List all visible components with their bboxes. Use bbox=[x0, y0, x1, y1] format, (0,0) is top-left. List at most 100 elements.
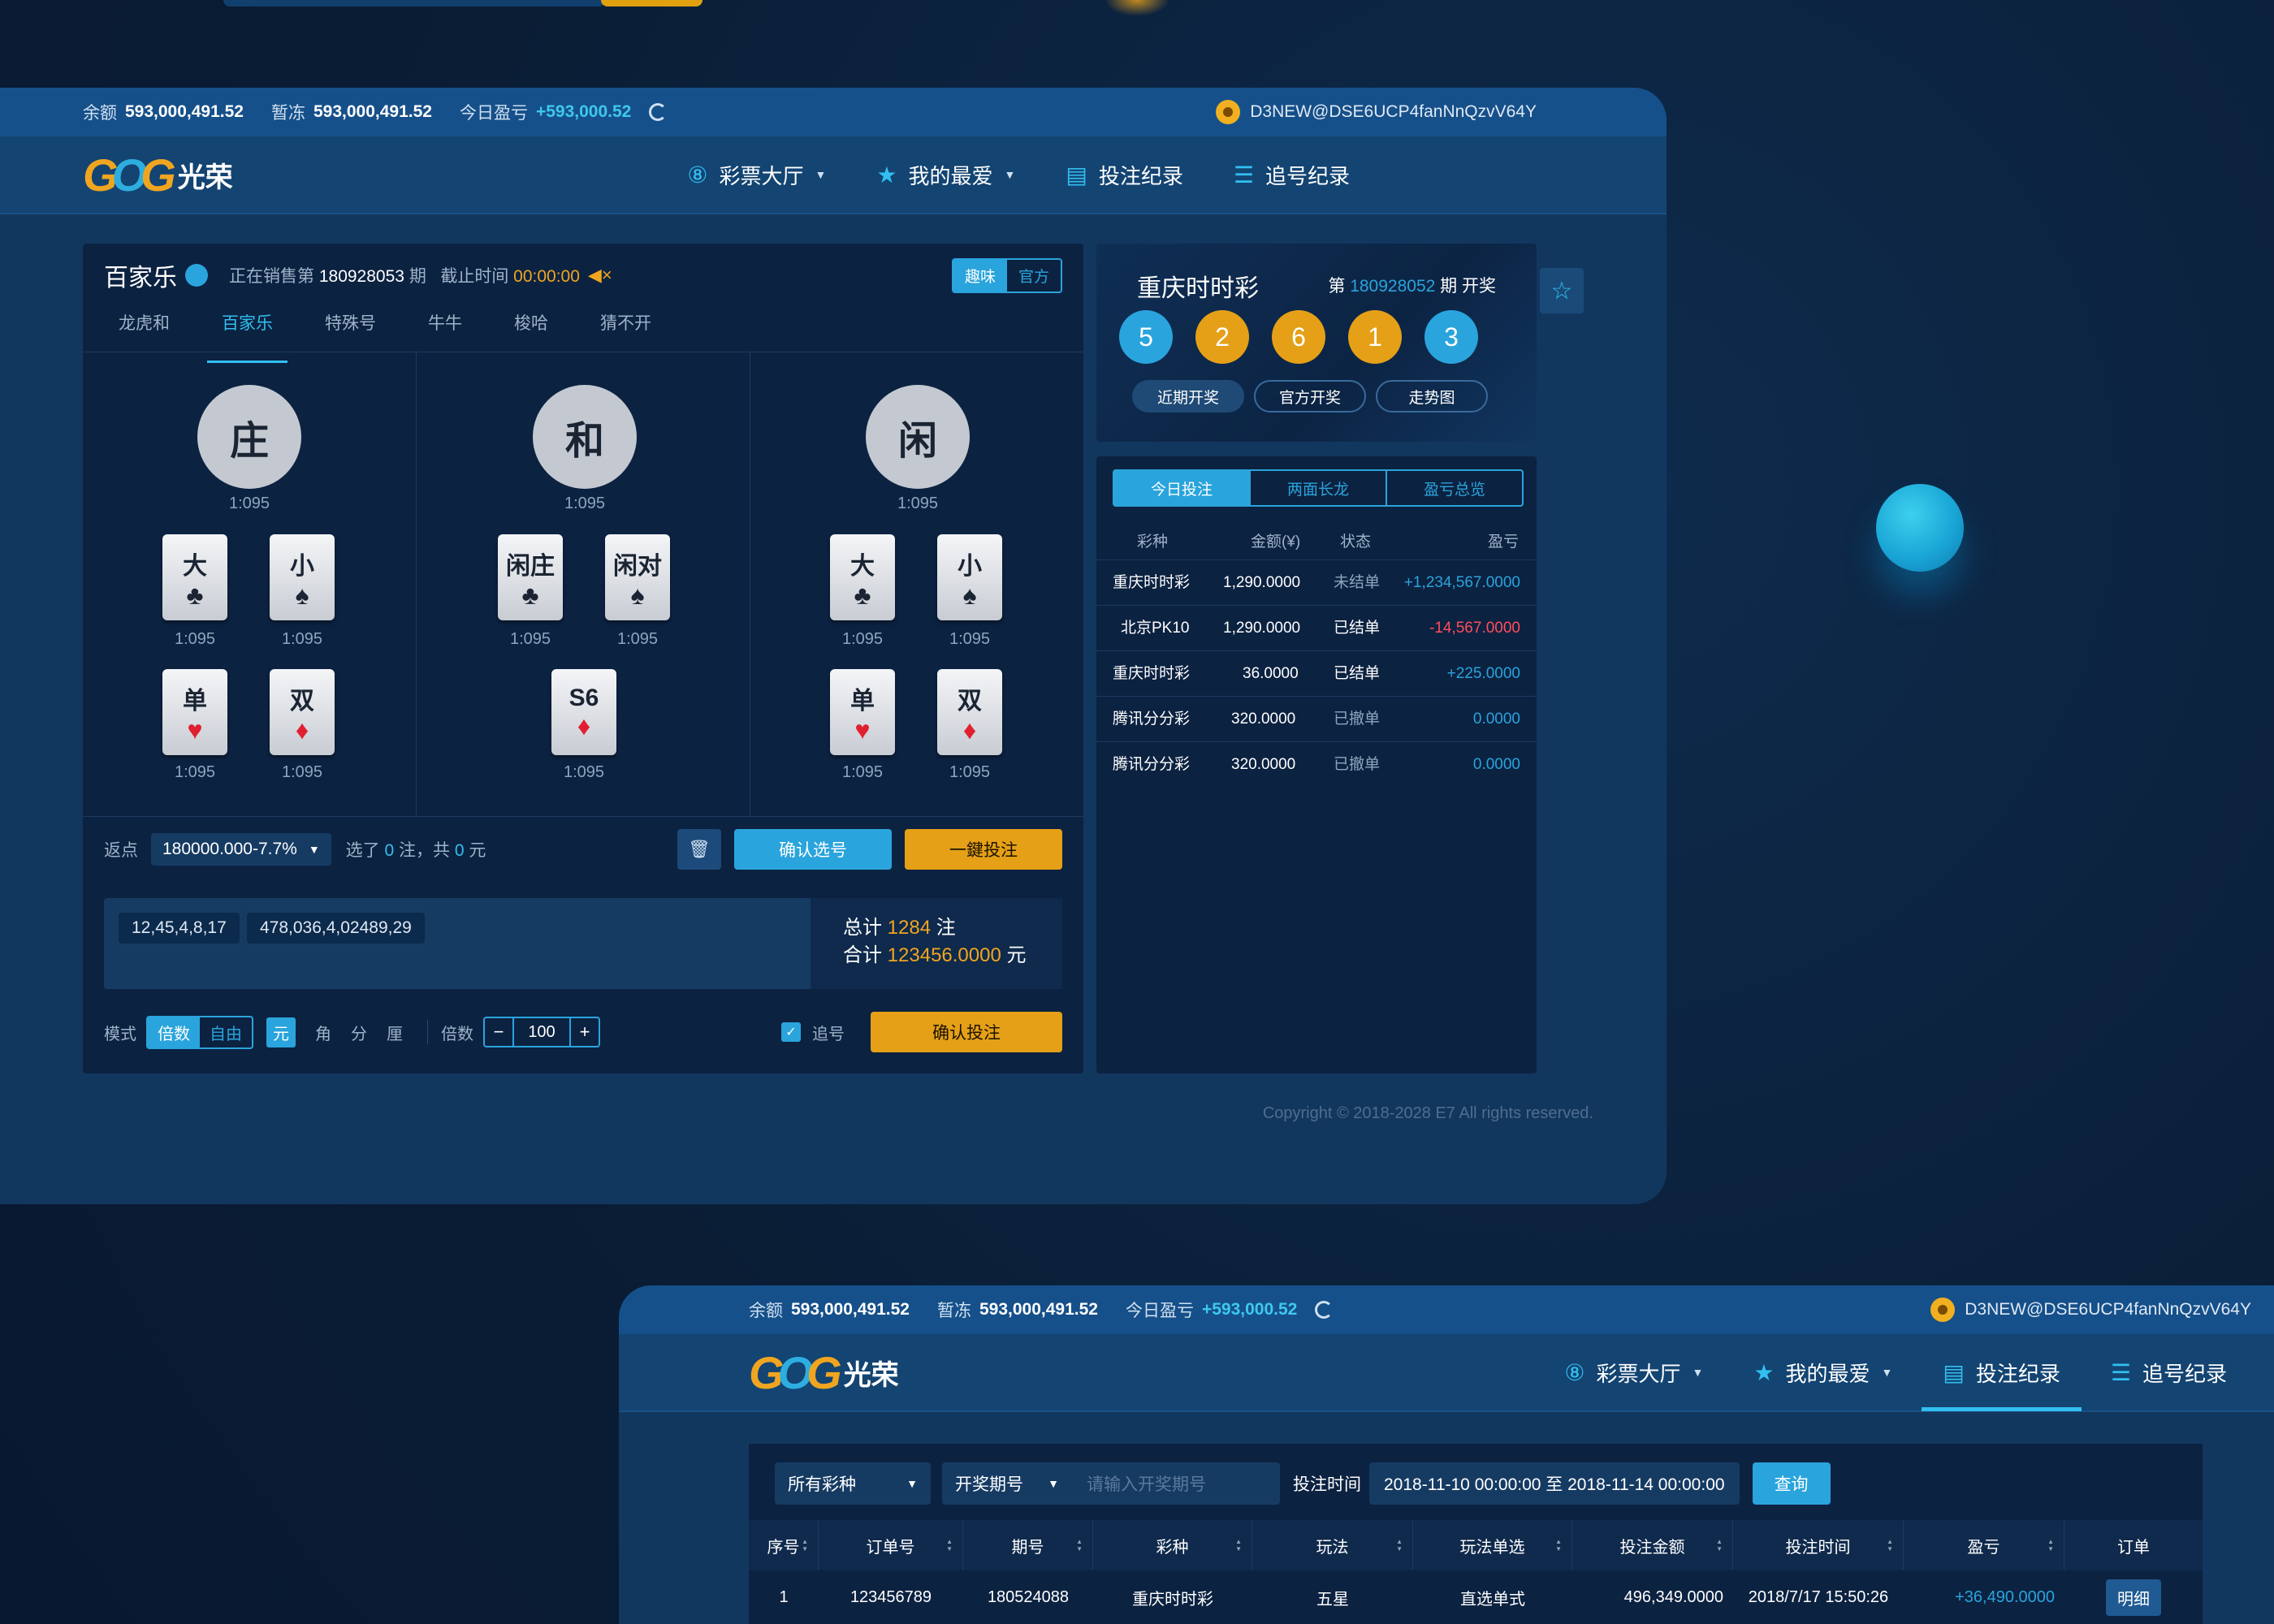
draw-ball: 2 bbox=[1195, 310, 1249, 364]
confirm-bet-button[interactable]: 确认投注 bbox=[871, 1012, 1062, 1052]
chevron-down-icon: ▼ bbox=[906, 1477, 918, 1490]
bet-row[interactable]: 腾讯分分彩 320.0000 已撤单 0.0000 bbox=[1096, 697, 1537, 742]
col-amount[interactable]: 投注金额 bbox=[1572, 1520, 1733, 1570]
minus-icon[interactable]: − bbox=[485, 1021, 512, 1043]
col-index[interactable]: 序号 bbox=[749, 1520, 819, 1570]
frozen-value: 593,000,491.52 bbox=[979, 1300, 1098, 1319]
user-menu[interactable]: D3NEW@DSE6UCP4fanNnQzvV64Y bbox=[1216, 100, 1537, 124]
number-chip[interactable]: 12,45,4,8,17 bbox=[119, 913, 240, 944]
bet-card-player-banker[interactable]: 闲庄 ♣ bbox=[498, 534, 563, 620]
refresh-icon[interactable] bbox=[649, 103, 668, 121]
bet-card-big[interactable]: 大 ♣ bbox=[162, 534, 227, 620]
favorite-star-icon[interactable]: ☆ bbox=[1540, 268, 1584, 313]
nav-label: 投注纪录 bbox=[1098, 163, 1183, 188]
col-issue[interactable]: 期号 bbox=[963, 1520, 1093, 1570]
bet-card-small[interactable]: 小 ♠ bbox=[937, 534, 1002, 620]
detail-button[interactable]: 明细 bbox=[2106, 1579, 2161, 1616]
mode-free[interactable]: 自由 bbox=[200, 1017, 252, 1047]
nav-chase-records[interactable]: ☰ 追号纪录 bbox=[1234, 136, 1350, 214]
tab-dragon-tiger[interactable]: 龙虎和 bbox=[104, 307, 184, 352]
tie-button[interactable]: 和 bbox=[533, 385, 637, 489]
account-bar: 余额 593,000,491.52 暂冻 593,000,491.52 今日盈亏… bbox=[619, 1285, 2274, 1334]
banker-button[interactable]: 庄 bbox=[197, 385, 301, 489]
bet-card-odd[interactable]: 单 ♥ bbox=[830, 669, 895, 755]
bet-row[interactable]: 重庆时时彩 36.0000 已结单 +225.0000 bbox=[1096, 651, 1537, 697]
logo[interactable]: GOG 光荣 bbox=[749, 1346, 899, 1399]
mode-multiple[interactable]: 倍数 bbox=[148, 1017, 200, 1047]
mute-icon[interactable]: ◀× bbox=[588, 265, 612, 286]
unit-jiao[interactable]: 角 bbox=[315, 1021, 331, 1044]
multiple-input[interactable]: 100 bbox=[512, 1018, 571, 1046]
refresh-icon[interactable] bbox=[1315, 1301, 1334, 1319]
nav-bet-records[interactable]: ▤ 投注纪录 bbox=[1922, 1333, 2082, 1411]
bet-card-odd[interactable]: 单 ♥ bbox=[162, 669, 227, 755]
bet-card-player-pair[interactable]: 闲对 ♠ bbox=[605, 534, 670, 620]
date-range-input[interactable]: 2018-11-10 00:00:00 至 2018-11-14 00:00:0… bbox=[1369, 1462, 1740, 1505]
main-nav: GOG 光荣 ⑧ 彩票大厅 ▼ ★ 我的最爱 ▼ ▤ 投注纪录 ☰ 追号纪录 bbox=[0, 136, 1667, 214]
confirm-pick-button[interactable]: 确认选号 bbox=[734, 829, 892, 870]
bet-card-small[interactable]: 小 ♠ bbox=[270, 534, 335, 620]
recent-draws-button[interactable]: 近期开奖 bbox=[1132, 380, 1244, 412]
bet-row[interactable]: 腾讯分分彩 320.0000 已撤单 0.0000 bbox=[1096, 742, 1537, 788]
col-pl: 盈亏 bbox=[1487, 533, 1519, 551]
col-time[interactable]: 投注时间 bbox=[1733, 1520, 1904, 1570]
bet-row[interactable]: 重庆时时彩 1,290.0000 未结单 +1,234,567.0000 bbox=[1096, 560, 1537, 606]
unit-fen[interactable]: 分 bbox=[351, 1021, 367, 1044]
user-menu[interactable]: D3NEW@DSE6UCP4fanNnQzvV64Y bbox=[1930, 1298, 2251, 1322]
logo[interactable]: GOG 光荣 bbox=[83, 149, 233, 201]
cell-pl: +36,490.0000 bbox=[1955, 1587, 2055, 1606]
nav-lottery-hall[interactable]: ⑧ 彩票大厅 ▼ bbox=[1564, 1333, 1703, 1411]
one-click-bet-button[interactable]: 一鍵投注 bbox=[905, 829, 1062, 870]
today-pl-value: +593,000.52 bbox=[1201, 1300, 1298, 1319]
tab-pl-overview[interactable]: 盈亏总览 bbox=[1387, 471, 1522, 505]
bet-row[interactable]: 北京PK10 1,290.0000 已结单 -14,567.0000 bbox=[1096, 606, 1537, 651]
bet-card-big[interactable]: 大 ♣ bbox=[830, 534, 895, 620]
tab-niuniu[interactable]: 牛牛 bbox=[413, 307, 477, 352]
col-pl[interactable]: 盈亏 bbox=[1904, 1520, 2064, 1570]
game-panel: 百家乐 正在销售第 180928053 期 截止时间 00:00:00 ◀× 趣… bbox=[83, 244, 1083, 1073]
trend-chart-button[interactable]: 走势图 bbox=[1376, 380, 1488, 412]
bet-card-even[interactable]: 双 ♦ bbox=[937, 669, 1002, 755]
bet-card-even[interactable]: 双 ♦ bbox=[270, 669, 335, 755]
unit-yuan[interactable]: 元 bbox=[266, 1017, 296, 1047]
bet-card-s6[interactable]: S6 ♦ bbox=[551, 669, 616, 755]
col-order[interactable]: 订单号 bbox=[819, 1520, 963, 1570]
col-play[interactable]: 玩法 bbox=[1252, 1520, 1413, 1570]
number-chip[interactable]: 478,036,4,02489,29 bbox=[247, 913, 425, 944]
lottery-icon: ⑧ bbox=[1564, 1359, 1585, 1385]
nav-chase-records[interactable]: ☰ 追号纪录 bbox=[2111, 1333, 2227, 1411]
mode-official[interactable]: 官方 bbox=[1007, 260, 1061, 292]
tab-long-dragon[interactable]: 两面长龙 bbox=[1251, 471, 1387, 505]
selection-summary: 选了 0 注，共 0 元 bbox=[346, 837, 486, 862]
tab-baccarat[interactable]: 百家乐 bbox=[207, 307, 287, 363]
issue-filter-select[interactable]: 开奖期号 ▼ bbox=[942, 1462, 1072, 1505]
card-label: 单 bbox=[183, 688, 207, 715]
today-pl-value: +593,000.52 bbox=[535, 102, 632, 121]
tab-guess[interactable]: 猜不开 bbox=[586, 307, 666, 352]
diamond-icon: ♦ bbox=[295, 715, 309, 745]
unit-li[interactable]: 厘 bbox=[387, 1021, 403, 1044]
official-draw-button[interactable]: 官方开奖 bbox=[1254, 380, 1366, 412]
issue-filter-value: 开奖期号 bbox=[955, 1475, 1023, 1494]
nav-favorites[interactable]: ★ 我的最爱 ▼ bbox=[1753, 1333, 1892, 1411]
nav-label: 追号纪录 bbox=[1265, 163, 1350, 188]
search-button[interactable]: 查询 bbox=[1752, 1462, 1831, 1505]
tab-special[interactable]: 特殊号 bbox=[310, 307, 391, 352]
chevron-down-icon: ▼ bbox=[1881, 1366, 1893, 1379]
tab-showhand[interactable]: 梭哈 bbox=[499, 307, 563, 352]
player-button[interactable]: 闲 bbox=[866, 385, 970, 489]
mode-fun[interactable]: 趣味 bbox=[953, 259, 1007, 292]
nav-bet-records[interactable]: ▤ 投注纪录 bbox=[1066, 136, 1182, 214]
trash-icon[interactable]: 🗑 bbox=[677, 829, 721, 870]
col-sub-play[interactable]: 玩法单选 bbox=[1413, 1520, 1572, 1570]
plus-icon[interactable]: + bbox=[571, 1021, 599, 1043]
nav-lottery-hall[interactable]: ⑧ 彩票大厅 ▼ bbox=[687, 136, 826, 214]
col-game[interactable]: 彩种 bbox=[1093, 1520, 1252, 1570]
tab-today-bets[interactable]: 今日投注 bbox=[1114, 471, 1251, 505]
nav-favorites[interactable]: ★ 我的最爱 ▼ bbox=[876, 136, 1015, 214]
issue-input[interactable]: 请输入开奖期号 bbox=[1072, 1462, 1280, 1505]
club-icon: ♣ bbox=[521, 581, 539, 610]
chase-checkbox[interactable]: ✓ bbox=[781, 1022, 801, 1042]
rebate-select[interactable]: 180000.000-7.7% ▼ bbox=[151, 833, 331, 866]
game-filter-select[interactable]: 所有彩种 ▼ bbox=[775, 1462, 931, 1505]
